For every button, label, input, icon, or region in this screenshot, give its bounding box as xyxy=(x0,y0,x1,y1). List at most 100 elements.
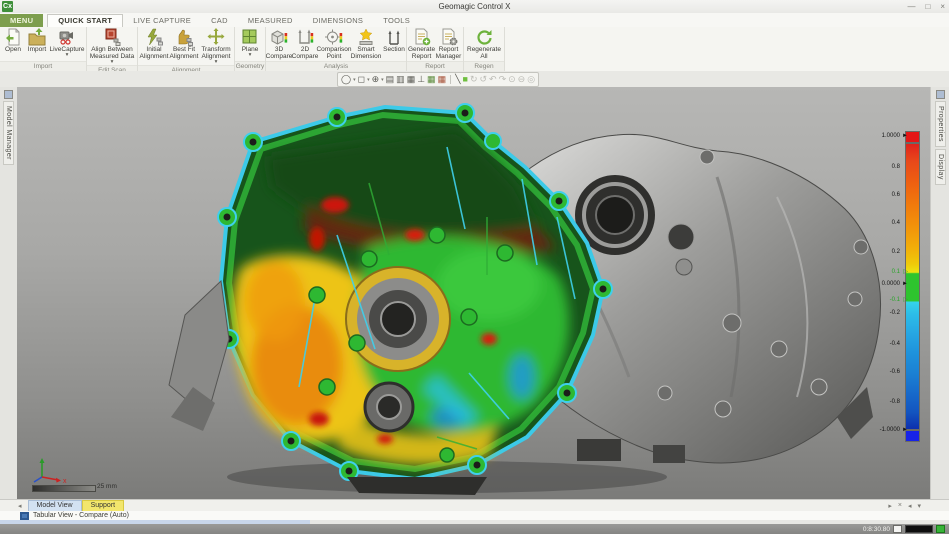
model-manager-icon xyxy=(4,90,13,99)
transform-alignment-button[interactable]: Transform Alignment ▾ xyxy=(199,28,233,65)
button-label: Generate Report xyxy=(408,46,435,60)
3d-compare-button[interactable]: 3D Compare xyxy=(266,28,292,60)
align-between-measured-data-button[interactable]: Align Between Measured Data ▾ xyxy=(88,28,136,65)
multi-view-grid-icon[interactable]: ▦ xyxy=(427,74,436,85)
zoom-out-icon[interactable]: ⊖ xyxy=(518,74,526,85)
minimize-button[interactable]: — xyxy=(907,0,915,13)
session-timer: 0:8:30.80 xyxy=(863,526,890,533)
colorbar-label-lower-tolerance: -0.1▷ xyxy=(850,296,900,304)
tab-quick-start[interactable]: QUICK START xyxy=(47,14,123,27)
svg-text:x: x xyxy=(63,478,67,483)
tab-dimensions[interactable]: DIMENSIONS xyxy=(303,14,374,27)
ribbon: Open Import LiveCapture ▾ Import xyxy=(0,27,949,72)
comparison-point-button[interactable]: Comparison Point xyxy=(318,28,350,60)
button-label: Report Manager xyxy=(435,46,462,60)
group-label-geometry: Geometry xyxy=(235,61,265,71)
colorbar-label-zero: 0.0000► xyxy=(850,280,900,288)
sync-views-icon[interactable]: ▦ xyxy=(438,74,447,85)
smart-dimension-button[interactable]: Smart Dimension xyxy=(350,28,382,60)
2d-compare-button[interactable]: 2D Compare xyxy=(292,28,318,60)
report-manager-button[interactable]: Report Manager xyxy=(435,28,462,60)
3d-model-render xyxy=(17,87,930,499)
ribbon-group-alignment: Initial Alignment Best Fit Alignment Tra… xyxy=(138,27,235,71)
livecapture-icon xyxy=(58,28,76,46)
properties-icon xyxy=(936,90,945,99)
rotate-icon[interactable]: ↺ xyxy=(479,74,487,85)
colorbar-label: 0.8 xyxy=(850,163,900,171)
prev-tab-button[interactable]: ◂ xyxy=(908,502,912,510)
group-label-analysis: Analysis xyxy=(266,61,406,71)
regenerate-all-button[interactable]: Regenerate All xyxy=(465,28,503,60)
dropdown-arrow-icon[interactable]: ▾ xyxy=(381,77,384,83)
best-fit-alignment-button[interactable]: Best Fit Alignment xyxy=(169,28,199,60)
render-mode-icon[interactable]: ⊕ xyxy=(372,74,380,85)
colorbar-label-max: 1.0000► xyxy=(850,132,900,140)
tab-menu[interactable]: MENU xyxy=(0,14,43,27)
default-view-icon[interactable]: ◎ xyxy=(527,74,535,85)
pan-forward-icon[interactable]: ↷ xyxy=(499,74,507,85)
color-swatch-icon[interactable]: ■ xyxy=(463,74,468,85)
display-tab[interactable]: Display xyxy=(935,149,946,185)
layout-single-icon[interactable]: ▤ xyxy=(386,74,395,85)
pin-view-icon[interactable]: ⊥ xyxy=(417,74,425,85)
dropdown-arrow-icon[interactable]: ▾ xyxy=(66,53,69,58)
support-tab[interactable]: Support xyxy=(82,500,125,512)
generate-report-icon xyxy=(413,28,431,46)
tab-live-capture[interactable]: LIVE CAPTURE xyxy=(123,14,201,27)
pan-back-icon[interactable]: ↶ xyxy=(489,74,497,85)
section-button[interactable]: Section xyxy=(382,28,406,53)
close-tab-button[interactable]: × xyxy=(898,502,902,510)
ribbon-group-geometry: Plane ▾ Geometry xyxy=(235,27,266,71)
colorbar-label: 0.2 xyxy=(850,248,900,256)
tolerance-marker-icon: ▷ xyxy=(903,268,908,276)
model-view-tab[interactable]: Model View xyxy=(28,500,82,512)
layout-columns-icon[interactable]: ▦ xyxy=(407,74,416,85)
generate-report-button[interactable]: Generate Report xyxy=(408,28,435,60)
group-label-regen: Regen xyxy=(464,61,504,71)
button-label: Transform Alignment xyxy=(199,46,233,60)
tab-tools[interactable]: TOOLS xyxy=(373,14,420,27)
close-button[interactable]: × xyxy=(940,0,945,13)
ribbon-group-regen: Regenerate All Regen xyxy=(464,27,505,71)
livecapture-button[interactable]: LiveCapture ▾ xyxy=(49,28,85,58)
maximize-button[interactable]: □ xyxy=(925,0,930,13)
colorbar-label: 0.6 xyxy=(850,191,900,199)
button-label: Align Between Measured Data xyxy=(88,46,136,60)
import-button[interactable]: Import xyxy=(25,28,49,53)
zoom-fit-icon[interactable]: ⊙ xyxy=(508,74,516,85)
window-controls: — □ × xyxy=(907,0,945,13)
tab-menu-button[interactable]: ▾ xyxy=(917,502,921,510)
status-bar: 0:8:30.80 xyxy=(0,524,949,534)
ribbon-group-import: Open Import LiveCapture ▾ Import xyxy=(0,27,87,71)
group-label-report: Report xyxy=(407,61,463,71)
dropdown-arrow-icon[interactable]: ▾ xyxy=(249,53,252,58)
window-title: Geomagic Control X xyxy=(0,0,949,13)
next-tab-button[interactable]: ▸ xyxy=(888,502,892,510)
tab-measured[interactable]: MEASURED xyxy=(238,14,303,27)
plane-icon xyxy=(241,28,259,46)
ribbon-group-edit-scan: Align Between Measured Data ▾ Edit Scan xyxy=(87,27,138,71)
initial-alignment-icon xyxy=(145,28,163,46)
initial-alignment-button[interactable]: Initial Alignment xyxy=(139,28,169,60)
button-label: 2D Compare xyxy=(292,46,319,60)
properties-tab[interactable]: Properties xyxy=(935,101,946,147)
tab-nav-controls: ▸ × ◂ ▾ xyxy=(888,502,921,510)
view-cube-icon[interactable]: ◻ xyxy=(358,74,365,85)
dropdown-arrow-icon[interactable]: ▾ xyxy=(353,77,356,83)
model-manager-tab[interactable]: Model Manager xyxy=(3,101,14,165)
layout-split-icon[interactable]: ▥ xyxy=(396,74,405,85)
open-button[interactable]: Open xyxy=(1,28,25,53)
measure-line-icon[interactable]: ╲ xyxy=(455,74,460,85)
3d-viewport[interactable]: 1.0000► 0.8 0.6 0.4 0.2 0.1▷ 0.0000► -0.… xyxy=(17,87,930,499)
tab-scroll-left-button[interactable]: ◂ xyxy=(18,502,22,510)
tabular-view-label: Tabular View - Compare (Auto) xyxy=(33,512,129,519)
shading-mode-icon[interactable]: ◯ xyxy=(341,74,351,85)
status-white-indicator xyxy=(893,525,902,533)
plane-button[interactable]: Plane ▾ xyxy=(236,28,264,58)
button-label: Regenerate All xyxy=(465,46,503,60)
dropdown-arrow-icon[interactable]: ▾ xyxy=(367,77,370,83)
title-bar: Cx Geomagic Control X — □ × xyxy=(0,0,949,14)
tab-cad[interactable]: CAD xyxy=(201,14,238,27)
ribbon-tab-bar: MENU QUICK START LIVE CAPTURE CAD MEASUR… xyxy=(0,13,949,28)
orbit-icon[interactable]: ↻ xyxy=(470,74,478,85)
